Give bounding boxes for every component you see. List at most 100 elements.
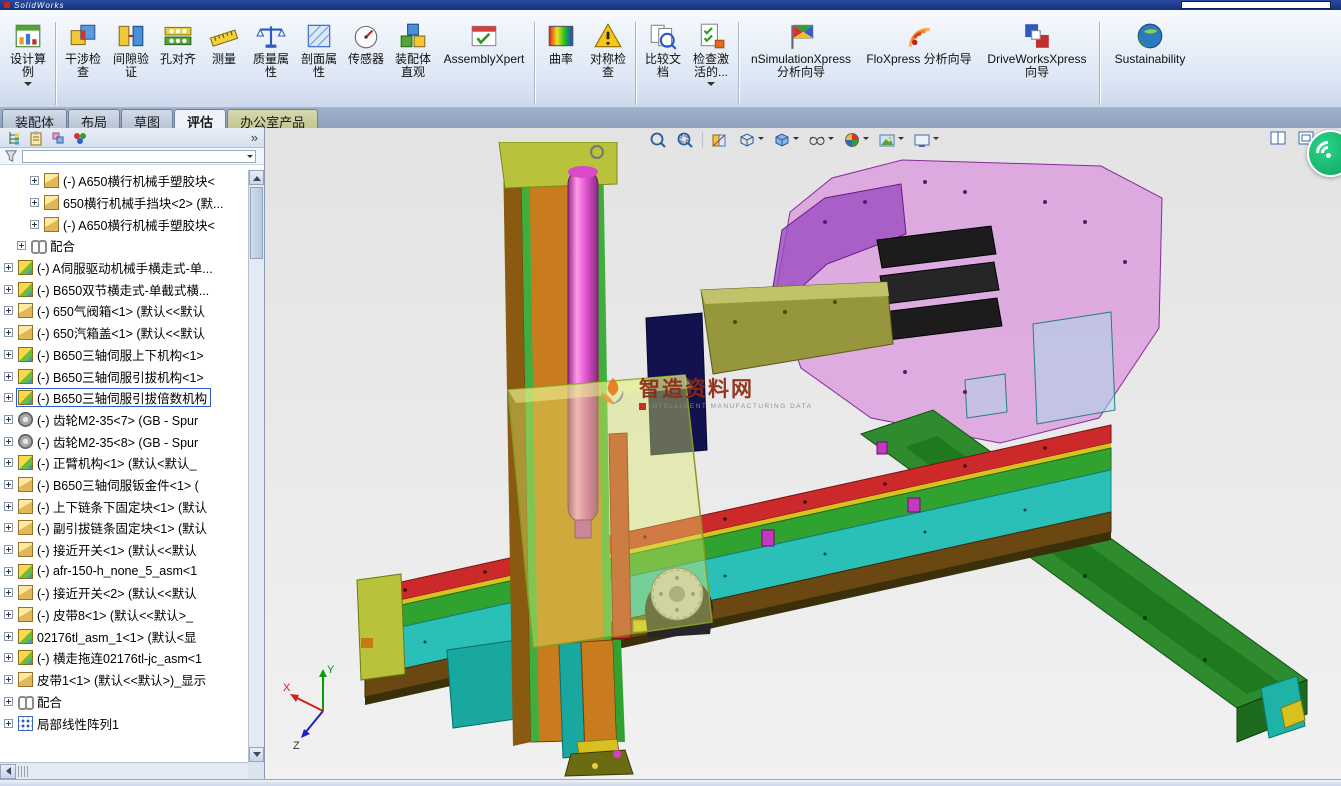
tree-item[interactable]: 皮带1<1> (默认<<默认>)_显示	[0, 669, 248, 691]
tree-item[interactable]: (-) B650三轴伺服引拔机构<1>	[0, 365, 248, 387]
flyout-caret-icon[interactable]	[707, 82, 715, 90]
expand-icon[interactable]	[4, 306, 13, 315]
displaymanager-icon[interactable]	[72, 130, 88, 146]
tree-item[interactable]: (-) A650横行机械手塑胶块<	[0, 213, 248, 235]
expand-icon[interactable]	[4, 415, 13, 424]
toolbar-item-driveworksxpress-wizard[interactable]: DriveWorksXpress 向导	[978, 20, 1096, 79]
view-settings-button[interactable]	[909, 129, 943, 151]
tree-item[interactable]: 02176tl_asm_1<1> (默认<显	[0, 625, 248, 647]
tree-item[interactable]: (-) 齿轮M2-35<7> (GB - Spur	[0, 409, 248, 431]
tab-sketch[interactable]: 草图	[121, 109, 173, 128]
expand-icon[interactable]	[4, 372, 13, 381]
toolbar-item-section-properties[interactable]: 剖面属性	[295, 20, 343, 79]
panel-overflow-button[interactable]: »	[251, 130, 258, 145]
expand-icon[interactable]	[4, 328, 13, 337]
toolbar-item-measure[interactable]: 测量	[201, 20, 247, 66]
scroll-down-button[interactable]	[249, 747, 264, 762]
toolbar-item-check-active-document[interactable]: 检查激活的...	[687, 20, 735, 90]
dropdown-caret-icon[interactable]	[898, 137, 904, 143]
toolbar-item-assemblyxpert[interactable]: AssemblyXpert	[437, 20, 531, 66]
expand-icon[interactable]	[4, 545, 13, 554]
expand-icon[interactable]	[4, 610, 13, 619]
viewport-split-button[interactable]	[1269, 130, 1287, 146]
toolbar-item-curvature[interactable]: 曲率	[538, 20, 584, 66]
tree-item[interactable]: (-) 接近开关<1> (默认<<默认	[0, 539, 248, 561]
dropdown-caret-icon[interactable]	[863, 137, 869, 143]
toolbar-item-sensors[interactable]: 传感器	[343, 20, 389, 66]
tree-item[interactable]: (-) B650双节横走式-单截式横...	[0, 278, 248, 300]
tab-layout[interactable]: 布局	[68, 109, 120, 128]
splitter-grip[interactable]	[18, 766, 28, 777]
scroll-left-button[interactable]	[0, 764, 16, 779]
flyout-caret-icon[interactable]	[24, 82, 32, 90]
display-style-button[interactable]	[769, 129, 803, 151]
configurationmanager-icon[interactable]	[50, 130, 66, 146]
tree-item-selected[interactable]: (-) B650三轴伺服引拔倍数机构	[0, 387, 248, 409]
hide-show-items-button[interactable]	[804, 129, 838, 151]
featuremanager-tree-icon[interactable]	[6, 130, 22, 146]
expand-icon[interactable]	[4, 350, 13, 359]
expand-icon[interactable]	[4, 502, 13, 511]
tree-item[interactable]: (-) 副引拔链条固定块<1> (默认	[0, 517, 248, 539]
tree-item[interactable]: (-) 650气阀箱<1> (默认<<默认	[0, 300, 248, 322]
expand-icon[interactable]	[30, 220, 39, 229]
tree-item[interactable]: (-) 正臂机构<1> (默认<默认_	[0, 452, 248, 474]
expand-icon[interactable]	[4, 632, 13, 641]
expand-icon[interactable]	[4, 285, 13, 294]
dropdown-caret-icon[interactable]	[828, 137, 834, 143]
expand-icon[interactable]	[30, 198, 39, 207]
view-orientation-button[interactable]	[734, 129, 768, 151]
propertymanager-icon[interactable]	[28, 130, 44, 146]
dropdown-caret-icon[interactable]	[793, 137, 799, 143]
expand-icon[interactable]	[4, 567, 13, 576]
tree-item[interactable]: (-) 皮带8<1> (默认<<默认>_	[0, 604, 248, 626]
toolbar-item-design-study[interactable]: 设计算例	[4, 20, 52, 90]
expand-icon[interactable]	[4, 523, 13, 532]
expand-icon[interactable]	[4, 437, 13, 446]
filter-caret-icon[interactable]	[247, 155, 253, 161]
toolbar-item-sustainability[interactable]: Sustainability	[1103, 20, 1197, 66]
tab-assembly[interactable]: 装配体	[2, 109, 67, 128]
expand-icon[interactable]	[4, 675, 13, 684]
expand-icon[interactable]	[17, 241, 26, 250]
tree-item[interactable]: 配合	[0, 235, 248, 257]
zoom-area-button[interactable]	[672, 129, 698, 151]
tree-item[interactable]: (-) 650汽箱盖<1> (默认<<默认	[0, 322, 248, 344]
section-view-button[interactable]	[707, 129, 733, 151]
expand-icon[interactable]	[4, 697, 13, 706]
toolbar-item-symmetry-check[interactable]: 对称检查	[584, 20, 632, 79]
scroll-thumb[interactable]	[250, 187, 263, 259]
zoom-fit-button[interactable]	[645, 129, 671, 151]
tab-office-products[interactable]: 办公室产品	[227, 109, 318, 128]
tab-evaluate[interactable]: 评估	[174, 109, 226, 128]
toolbar-item-assembly-visualization[interactable]: 装配体直观	[389, 20, 437, 79]
tree-vertical-scrollbar[interactable]	[248, 170, 264, 762]
scroll-up-button[interactable]	[249, 170, 264, 185]
tree-item[interactable]: (-) 横走拖连02176tl-jc_asm<1	[0, 647, 248, 669]
toolbar-item-compare-documents[interactable]: 比较文档	[639, 20, 687, 79]
tree-item[interactable]: (-) 齿轮M2-35<8> (GB - Spur	[0, 430, 248, 452]
tree-horizontal-scrollbar[interactable]	[0, 762, 248, 779]
tree-filter-input[interactable]	[22, 150, 256, 163]
apply-scene-button[interactable]	[874, 129, 908, 151]
expand-icon[interactable]	[4, 393, 13, 402]
search-input[interactable]	[1181, 1, 1331, 9]
dropdown-caret-icon[interactable]	[758, 137, 764, 143]
expand-icon[interactable]	[4, 653, 13, 662]
expand-icon[interactable]	[4, 480, 13, 489]
expand-icon[interactable]	[4, 588, 13, 597]
expand-icon[interactable]	[30, 176, 39, 185]
toolbar-item-hole-alignment[interactable]: 孔对齐	[155, 20, 201, 66]
toolbar-item-floxpress-wizard[interactable]: FloXpress 分析向导	[860, 20, 978, 66]
filter-funnel-icon[interactable]	[4, 149, 18, 163]
tree-item[interactable]: (-) 接近开关<2> (默认<<默认	[0, 582, 248, 604]
toolbar-item-simulationxpress-wizard[interactable]: nSimulationXpress 分析向导	[742, 20, 860, 79]
expand-icon[interactable]	[4, 719, 13, 728]
toolbar-item-clearance-verify[interactable]: 间隙验证	[107, 20, 155, 79]
tree-item[interactable]: (-) B650三轴伺服钣金件<1> (	[0, 474, 248, 496]
edit-appearance-button[interactable]	[839, 129, 873, 151]
toolbar-item-interference-check[interactable]: 干涉检查	[59, 20, 107, 79]
tree-item[interactable]: 650横行机械手挡块<2> (默...	[0, 192, 248, 214]
tree-item[interactable]: (-) A650横行机械手塑胶块<	[0, 170, 248, 192]
tree-item[interactable]: (-) A伺服驱动机械手横走式-单...	[0, 257, 248, 279]
